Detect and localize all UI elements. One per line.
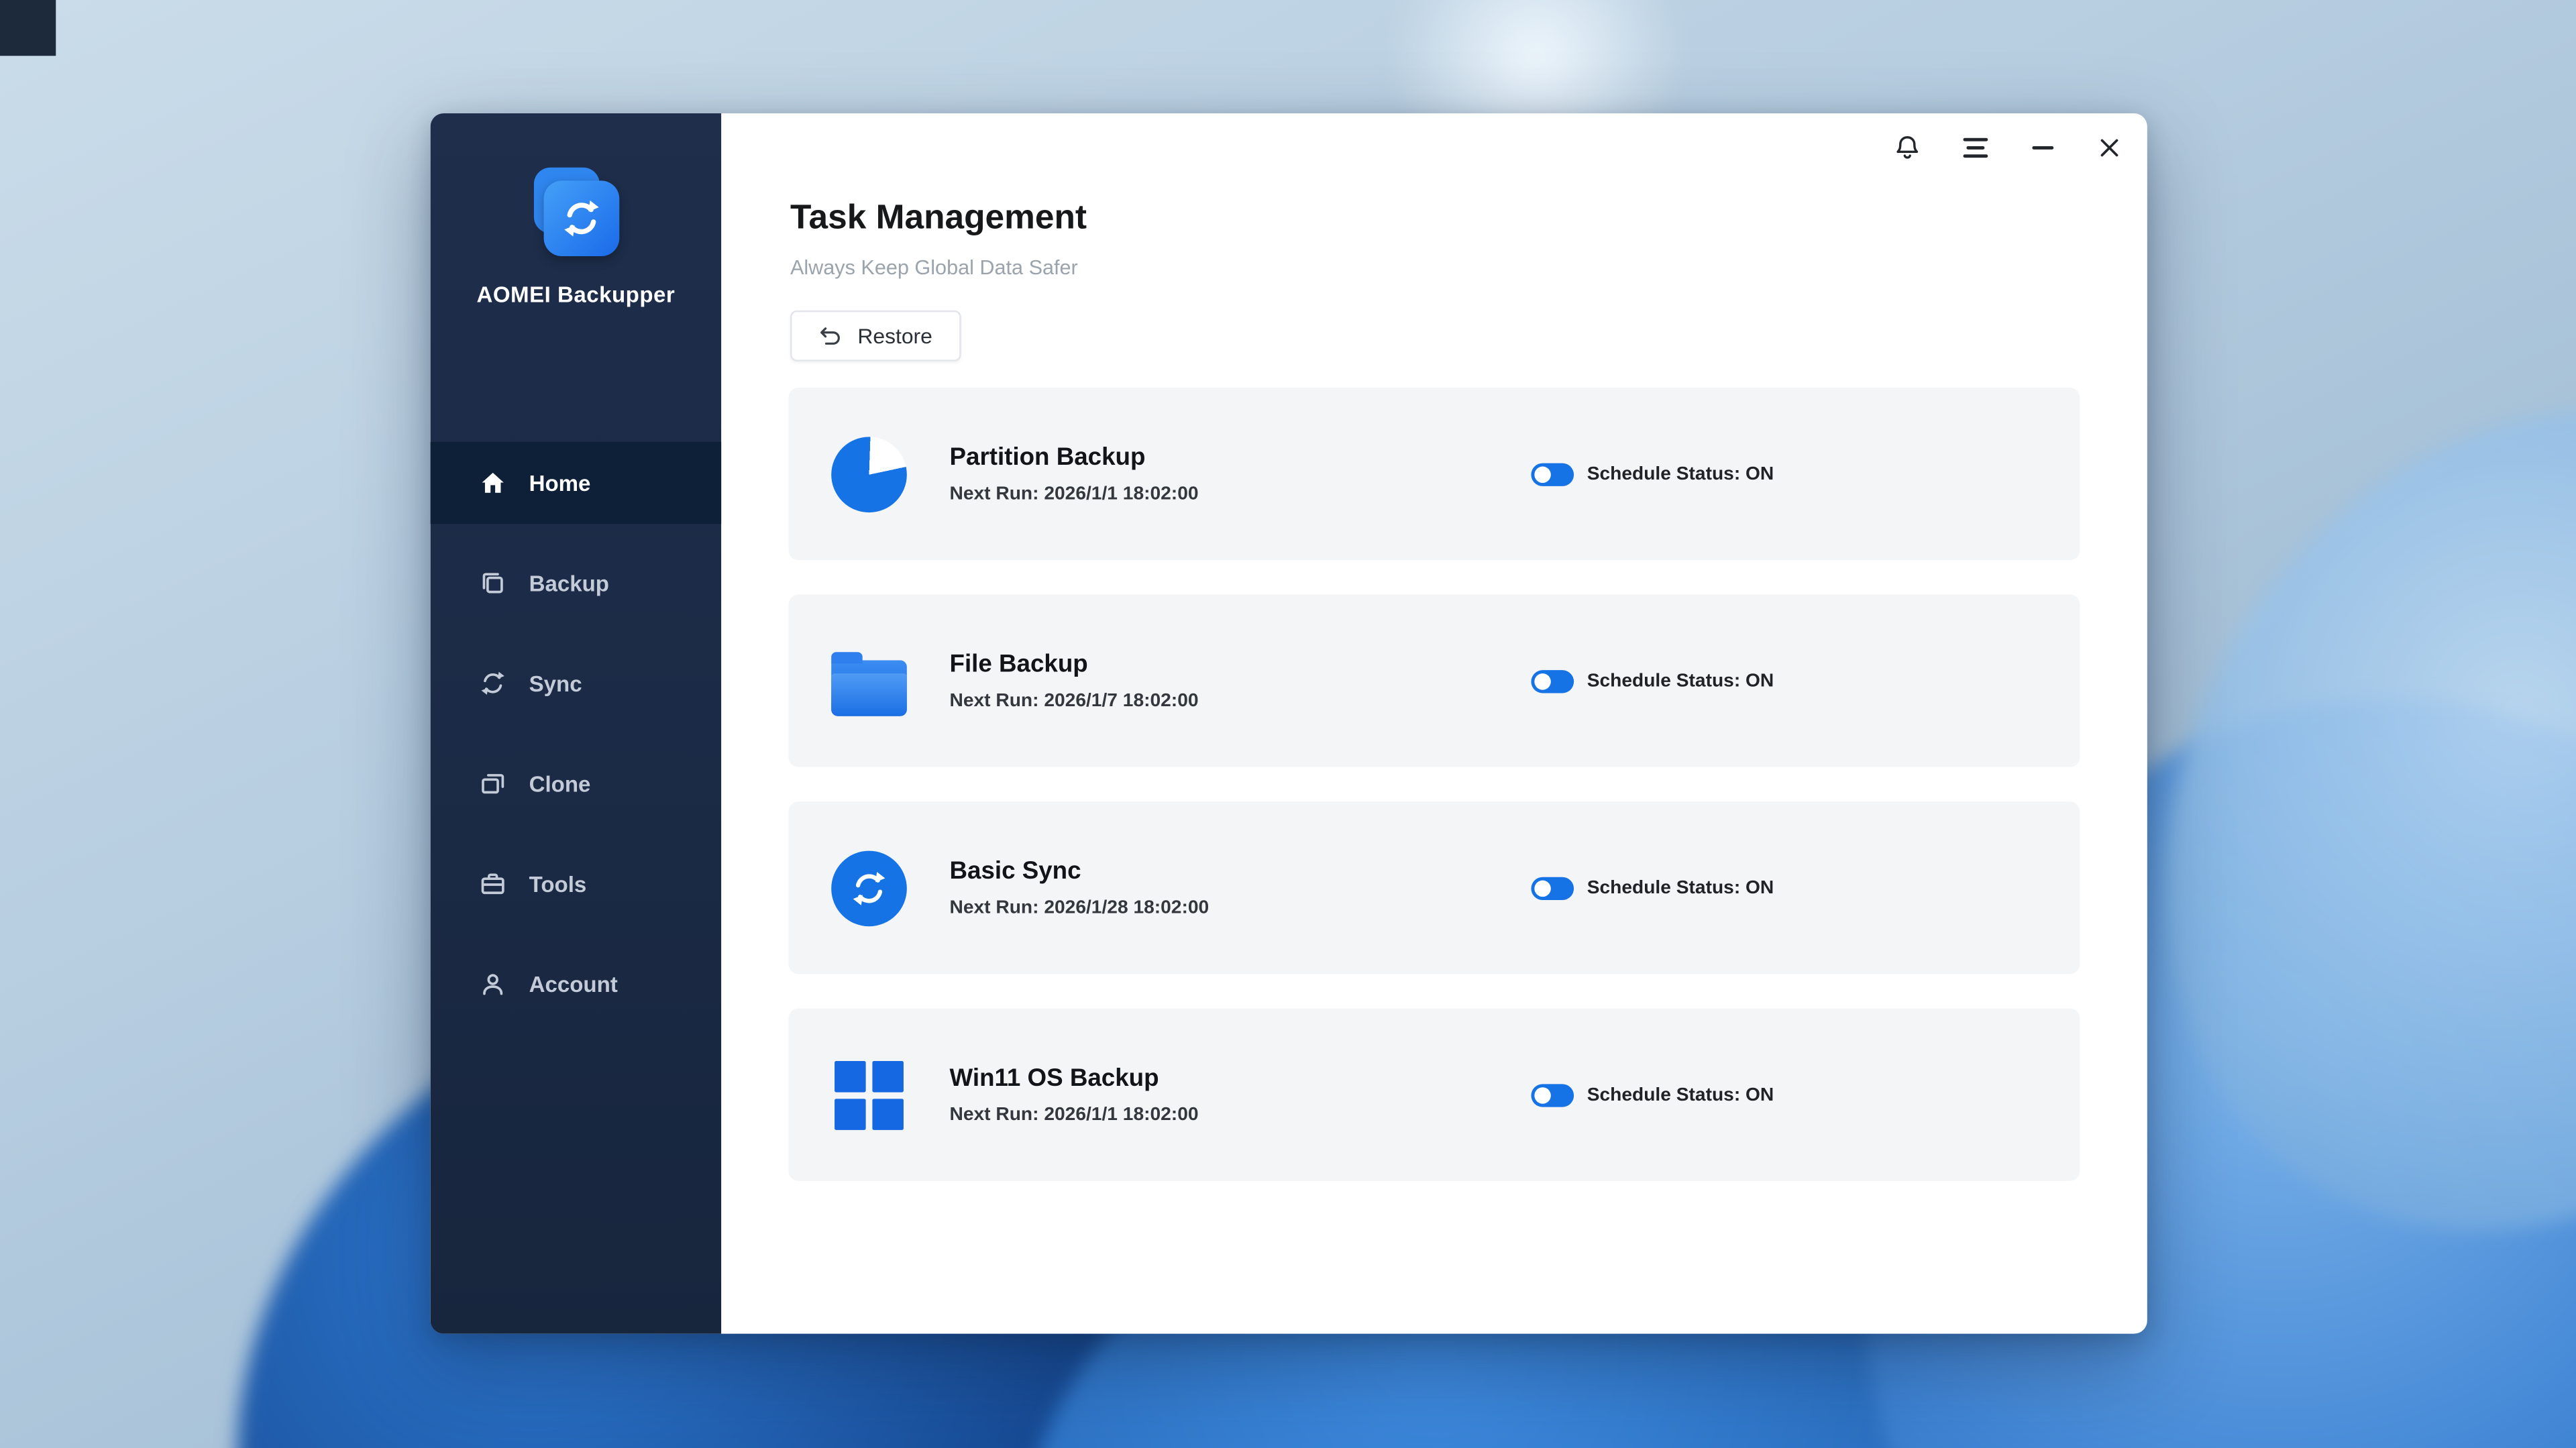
pie-chart-icon	[831, 388, 907, 560]
sync-icon	[478, 669, 508, 698]
task-name: File Backup	[950, 651, 1199, 679]
home-icon	[478, 468, 508, 498]
task-card-basic-sync[interactable]: Basic Sync Next Run: 2026/1/28 18:02:00 …	[789, 801, 2080, 974]
sidebar-item-label: Home	[529, 471, 591, 496]
schedule-toggle[interactable]	[1531, 877, 1574, 899]
restore-undo-icon	[818, 323, 843, 348]
app-window: AOMEI Backupper Home	[431, 113, 2147, 1334]
titlebar-controls	[1865, 123, 2135, 172]
app-logo-icon	[528, 168, 623, 260]
notification-bell-button[interactable]	[1883, 123, 1932, 172]
task-next-run: Next Run: 2026/1/28 18:02:00	[950, 899, 1210, 918]
sidebar-item-label: Clone	[529, 771, 591, 796]
tools-icon	[478, 869, 508, 899]
sidebar-item-label: Account	[529, 972, 618, 997]
task-next-run: Next Run: 2026/1/1 18:02:00	[950, 1105, 1199, 1125]
schedule-status-group: Schedule Status: ON	[1531, 1009, 1774, 1181]
schedule-status-label: Schedule Status: ON	[1587, 878, 1774, 897]
schedule-status-label: Schedule Status: ON	[1587, 1085, 1774, 1105]
task-next-run: Next Run: 2026/1/1 18:02:00	[950, 484, 1199, 504]
screen: AOMEI Backupper Home	[0, 0, 2576, 1448]
task-info: Win11 OS Backup Next Run: 2026/1/1 18:02…	[950, 1009, 1199, 1181]
schedule-status-group: Schedule Status: ON	[1531, 801, 1774, 974]
sidebar-item-backup[interactable]: Backup	[431, 542, 721, 624]
brand: AOMEI Backupper	[431, 168, 721, 307]
minimize-icon	[2031, 146, 2053, 149]
schedule-toggle[interactable]	[1531, 669, 1574, 692]
schedule-toggle[interactable]	[1531, 1083, 1574, 1106]
restore-button[interactable]: Restore	[790, 311, 961, 361]
sidebar-item-label: Sync	[529, 671, 582, 695]
sync-circle-icon	[831, 801, 907, 974]
sidebar-item-label: Tools	[529, 871, 587, 896]
task-list: Partition Backup Next Run: 2026/1/1 18:0…	[789, 388, 2080, 1215]
task-card-file-backup[interactable]: File Backup Next Run: 2026/1/7 18:02:00 …	[789, 595, 2080, 767]
account-icon	[478, 969, 508, 999]
page-subtitle: Always Keep Global Data Safer	[790, 256, 1078, 279]
windows-logo-icon	[831, 1009, 907, 1181]
task-info: Partition Backup Next Run: 2026/1/1 18:0…	[950, 388, 1199, 560]
close-button[interactable]	[2085, 123, 2134, 172]
schedule-toggle[interactable]	[1531, 462, 1574, 485]
restore-button-label: Restore	[857, 323, 932, 348]
sidebar-item-account[interactable]: Account	[431, 943, 721, 1025]
task-name: Basic Sync	[950, 857, 1210, 885]
sidebar: AOMEI Backupper Home	[431, 113, 721, 1334]
logo-sync-icon	[543, 180, 619, 256]
brand-name: AOMEI Backupper	[431, 282, 721, 307]
sidebar-item-tools[interactable]: Tools	[431, 842, 721, 924]
main-menu-button[interactable]	[1950, 123, 1999, 172]
sidebar-item-label: Backup	[529, 571, 609, 596]
sidebar-item-clone[interactable]: Clone	[431, 742, 721, 824]
page-title: Task Management	[790, 199, 1087, 238]
schedule-status-label: Schedule Status: ON	[1587, 464, 1774, 484]
clone-icon	[478, 769, 508, 798]
hamburger-menu-icon	[1962, 137, 1987, 158]
sidebar-item-home[interactable]: Home	[431, 442, 721, 524]
task-card-partition-backup[interactable]: Partition Backup Next Run: 2026/1/1 18:0…	[789, 388, 2080, 560]
schedule-status-label: Schedule Status: ON	[1587, 671, 1774, 690]
task-name: Partition Backup	[950, 443, 1199, 471]
task-card-win11-os-backup[interactable]: Win11 OS Backup Next Run: 2026/1/1 18:02…	[789, 1009, 2080, 1181]
schedule-status-group: Schedule Status: ON	[1531, 595, 1774, 767]
sidebar-item-sync[interactable]: Sync	[431, 643, 721, 724]
corner-dark-square	[0, 0, 56, 56]
minimize-button[interactable]	[2017, 123, 2066, 172]
folder-icon	[831, 595, 907, 767]
schedule-status-group: Schedule Status: ON	[1531, 388, 1774, 560]
task-name: Win11 OS Backup	[950, 1064, 1199, 1093]
task-info: File Backup Next Run: 2026/1/7 18:02:00	[950, 595, 1199, 767]
task-info: Basic Sync Next Run: 2026/1/28 18:02:00	[950, 801, 1210, 974]
sidebar-nav: Home Backup	[431, 442, 721, 1043]
backup-icon	[478, 568, 508, 598]
task-next-run: Next Run: 2026/1/7 18:02:00	[950, 691, 1199, 711]
